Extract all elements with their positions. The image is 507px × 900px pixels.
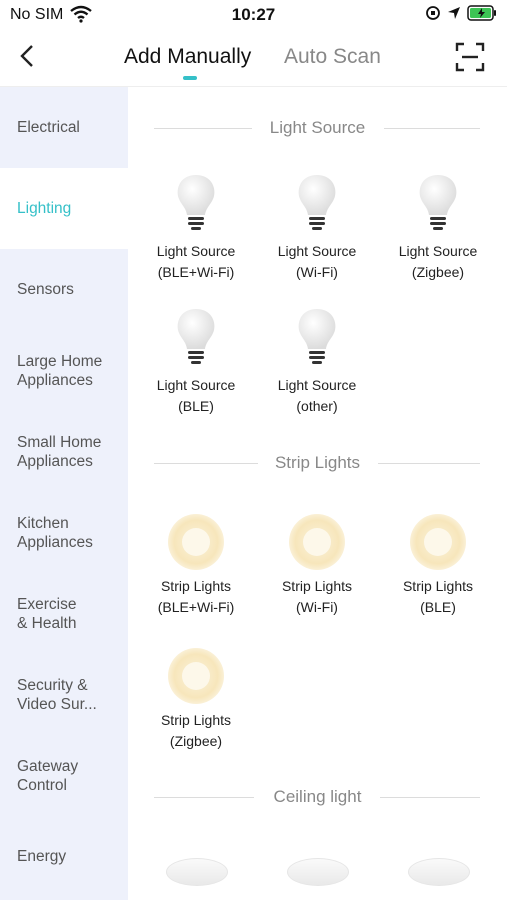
section-header-ceiling-light: Ceiling light bbox=[128, 785, 507, 809]
device-light-source-ble[interactable]: Light Source (BLE) bbox=[136, 307, 256, 427]
ceiling-light-icon[interactable] bbox=[408, 858, 470, 886]
sidebar-item-label: Sensors bbox=[17, 281, 74, 298]
battery-icon bbox=[467, 5, 497, 26]
sidebar-item-label: Lighting bbox=[17, 200, 72, 217]
sidebar-item-exercise-health[interactable]: Exercise & Health bbox=[0, 573, 128, 654]
scan-qr-icon[interactable] bbox=[455, 42, 485, 72]
sidebar-item-label: Kitchen Appliances bbox=[17, 514, 93, 551]
orientation-lock-icon bbox=[425, 5, 441, 26]
device-protocol: (Wi-Fi) bbox=[296, 264, 338, 280]
sidebar-item-security-video[interactable]: Security & Video Sur... bbox=[0, 654, 128, 735]
divider bbox=[384, 128, 480, 129]
sidebar-item-small-home-appliances[interactable]: Small Home Appliances bbox=[0, 411, 128, 492]
sidebar-item-large-home-appliances[interactable]: Large Home Appliances bbox=[0, 330, 128, 411]
device-protocol: (BLE) bbox=[178, 398, 214, 414]
sidebar-item-label: Security & Video Sur... bbox=[17, 676, 97, 713]
light-bulb-icon bbox=[293, 307, 341, 369]
light-bulb-icon bbox=[414, 173, 462, 235]
sidebar-item-label: Large Home Appliances bbox=[17, 352, 103, 389]
light-bulb-icon bbox=[293, 173, 341, 235]
device-protocol: (BLE+Wi-Fi) bbox=[157, 599, 235, 615]
header: Add Manually Auto Scan bbox=[0, 30, 507, 87]
device-name: Strip Lights bbox=[160, 712, 232, 728]
strip-light-icon bbox=[168, 648, 224, 704]
sidebar-item-label: Electrical bbox=[17, 119, 80, 136]
device-strip-lights-zigbee[interactable]: Strip Lights (Zigbee) bbox=[136, 642, 256, 762]
device-light-source-ble-wifi[interactable]: Light Source (BLE+Wi-Fi) bbox=[136, 173, 256, 293]
location-icon bbox=[447, 6, 461, 25]
device-name: Strip Lights bbox=[402, 578, 474, 594]
device-strip-lights-ble-wifi[interactable]: Strip Lights (BLE+Wi-Fi) bbox=[136, 508, 256, 628]
device-light-source-other[interactable]: Light Source (other) bbox=[257, 307, 377, 427]
device-strip-lights-wifi[interactable]: Strip Lights (Wi-Fi) bbox=[257, 508, 377, 628]
active-tab-indicator bbox=[183, 76, 197, 80]
device-protocol: (Zigbee) bbox=[411, 264, 465, 280]
sidebar-item-label: Gateway Control bbox=[17, 757, 79, 794]
divider bbox=[380, 797, 480, 798]
strip-light-icon bbox=[168, 514, 224, 570]
device-name: Light Source bbox=[156, 377, 236, 393]
light-bulb-icon bbox=[172, 307, 220, 369]
tab-add-manually[interactable]: Add Manually bbox=[124, 45, 251, 69]
device-light-source-wifi[interactable]: Light Source (Wi-Fi) bbox=[257, 173, 377, 293]
device-light-source-zigbee[interactable]: Light Source (Zigbee) bbox=[378, 173, 498, 293]
device-protocol: (other) bbox=[296, 398, 338, 414]
sidebar-item-lighting[interactable]: Lighting bbox=[0, 168, 128, 249]
sidebar-item-gateway-control[interactable]: Gateway Control bbox=[0, 735, 128, 816]
device-protocol: (Zigbee) bbox=[169, 733, 223, 749]
light-bulb-icon bbox=[172, 173, 220, 235]
device-protocol: (BLE+Wi-Fi) bbox=[157, 264, 235, 280]
device-name: Light Source bbox=[277, 243, 357, 259]
sidebar-item-sensors[interactable]: Sensors bbox=[0, 249, 128, 330]
device-strip-lights-ble[interactable]: Strip Lights (BLE) bbox=[378, 508, 498, 628]
section-header-strip-lights: Strip Lights bbox=[128, 451, 507, 475]
device-protocol: (BLE) bbox=[420, 599, 456, 615]
sidebar-item-energy[interactable]: Energy bbox=[0, 816, 128, 897]
divider bbox=[378, 463, 480, 464]
sidebar-item-kitchen-appliances[interactable]: Kitchen Appliances bbox=[0, 492, 128, 573]
ceiling-light-icon[interactable] bbox=[166, 858, 228, 886]
device-protocol: (Wi-Fi) bbox=[296, 599, 338, 615]
device-name: Strip Lights bbox=[160, 578, 232, 594]
section-header-light-source: Light Source bbox=[128, 116, 507, 140]
category-sidebar: Electrical Lighting Sensors Large Home A… bbox=[0, 87, 128, 900]
tab-auto-scan[interactable]: Auto Scan bbox=[284, 45, 381, 69]
device-name: Light Source bbox=[156, 243, 236, 259]
device-name: Light Source bbox=[277, 377, 357, 393]
sidebar-item-label: Small Home Appliances bbox=[17, 433, 102, 470]
back-button[interactable] bbox=[14, 42, 42, 70]
ceiling-light-icon[interactable] bbox=[287, 858, 349, 886]
sidebar-item-label: Exercise & Health bbox=[17, 595, 77, 632]
sidebar-item-electrical[interactable]: Electrical bbox=[0, 87, 128, 168]
strip-light-icon bbox=[410, 514, 466, 570]
sidebar-item-label: Energy bbox=[17, 848, 67, 865]
device-name: Strip Lights bbox=[281, 578, 353, 594]
device-name: Light Source bbox=[398, 243, 478, 259]
device-list: Light Source Light Source (BLE+Wi-Fi) Lig… bbox=[128, 87, 507, 900]
status-bar: No SIM 10:27 bbox=[0, 0, 507, 30]
strip-light-icon bbox=[289, 514, 345, 570]
